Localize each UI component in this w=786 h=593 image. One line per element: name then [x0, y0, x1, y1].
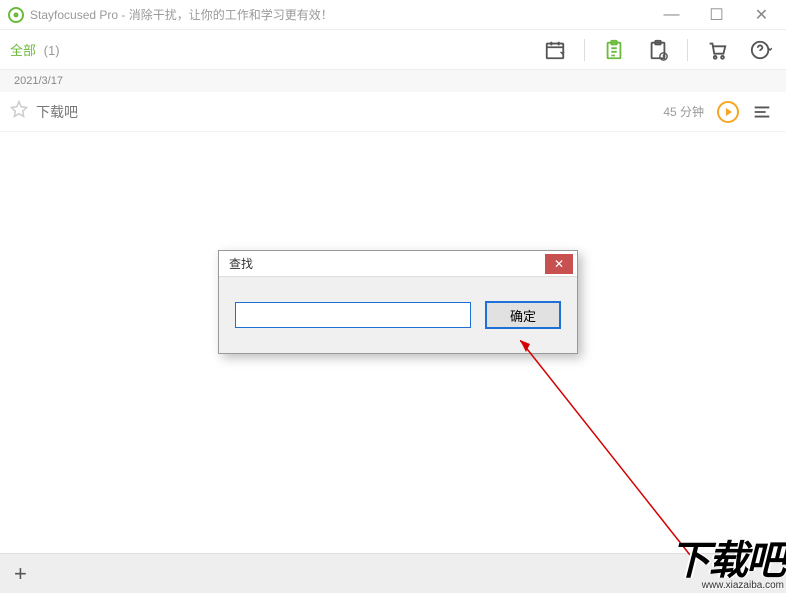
- find-dialog: 查找 ✕ 确定: [218, 250, 578, 354]
- maximize-button[interactable]: ☐: [694, 0, 739, 30]
- find-input[interactable]: [235, 302, 471, 328]
- cart-icon[interactable]: [702, 35, 732, 65]
- filter-label: 全部: [10, 43, 36, 58]
- filter-count: (1): [44, 43, 60, 58]
- task-name: 下载吧: [36, 102, 78, 122]
- play-button[interactable]: [714, 98, 742, 126]
- dialog-close-button[interactable]: ✕: [545, 254, 573, 274]
- minimize-button[interactable]: —: [649, 0, 694, 30]
- history-icon[interactable]: [643, 35, 673, 65]
- clipboard-icon[interactable]: [599, 35, 629, 65]
- ok-button[interactable]: 确定: [485, 301, 561, 329]
- more-options-icon[interactable]: [748, 98, 776, 126]
- date-header: 2021/3/17: [14, 75, 63, 87]
- toolbar-divider: [687, 39, 688, 61]
- annotation-arrow: [520, 340, 780, 570]
- star-icon[interactable]: [10, 100, 28, 123]
- calendar-icon[interactable]: [540, 35, 570, 65]
- add-button[interactable]: +: [14, 561, 27, 587]
- help-icon[interactable]: [746, 35, 776, 65]
- dialog-title: 查找: [229, 255, 253, 272]
- app-icon: [8, 7, 24, 23]
- toolbar-divider: [584, 39, 585, 61]
- close-button[interactable]: ✕: [739, 0, 784, 30]
- window-title: Stayfocused Pro - 消除干扰，让你的工作和学习更有效！: [30, 6, 333, 23]
- filter-all[interactable]: 全部 (1): [10, 40, 60, 59]
- task-duration: 45 分钟: [663, 103, 704, 120]
- task-row[interactable]: 下载吧 45 分钟: [0, 92, 786, 132]
